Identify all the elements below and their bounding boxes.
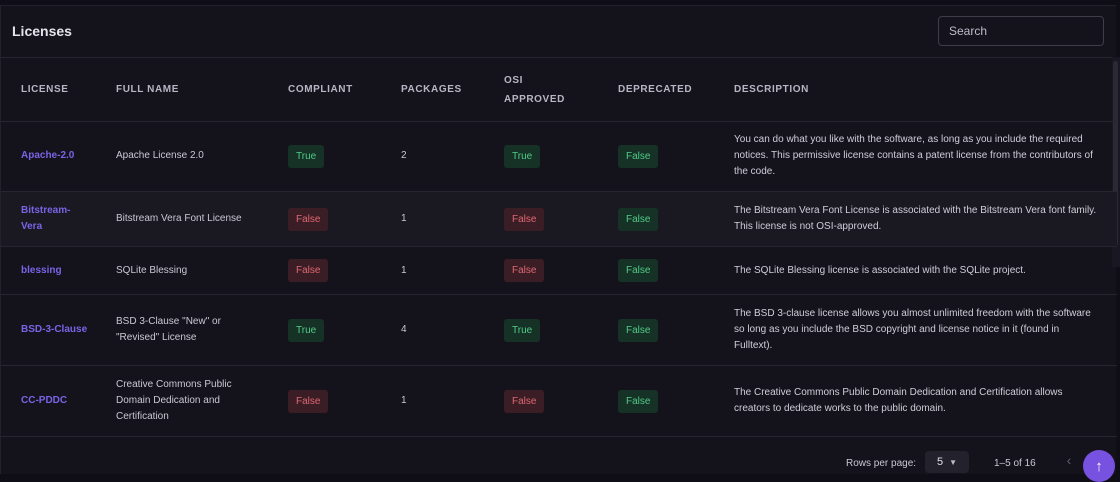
compliant-badge: False bbox=[288, 207, 329, 231]
licenses-card: Licenses LICENSE FULL NAME COMPLIANT PAC… bbox=[0, 5, 1120, 474]
osi-approved-badge: True bbox=[504, 144, 541, 168]
table-row: Apache-2.0 Apache License 2.0 True 2 Tru… bbox=[1, 121, 1117, 192]
column-header-license[interactable]: LICENSE bbox=[21, 58, 69, 121]
compliant-badge: False bbox=[288, 389, 329, 413]
rows-per-page-label: Rows per page: bbox=[846, 458, 917, 469]
full-name-text: Apache License 2.0 bbox=[116, 150, 204, 161]
column-header-deprecated[interactable]: DEPRECATED bbox=[618, 58, 692, 121]
license-link[interactable]: Apache-2.0 bbox=[21, 148, 74, 164]
rows-per-page-select[interactable]: 5 ▼ bbox=[925, 451, 969, 473]
compliant-badge: False bbox=[288, 259, 329, 282]
osi-approved-badge: False bbox=[504, 389, 545, 413]
license-link[interactable]: blessing bbox=[21, 263, 62, 279]
packages-count: 4 bbox=[401, 324, 407, 335]
caret-down-icon: ▼ bbox=[949, 457, 958, 467]
page-title: Licenses bbox=[12, 23, 72, 39]
compliant-badge: True bbox=[288, 144, 325, 168]
column-header-full-name[interactable]: FULL NAME bbox=[116, 58, 179, 121]
table-row: Bitstream-Vera Bitstream Vera Font Licen… bbox=[1, 192, 1117, 247]
card-header: Licenses bbox=[1, 6, 1116, 58]
deprecated-badge: False bbox=[618, 318, 659, 342]
arrow-up-icon: ↑ bbox=[1095, 457, 1103, 475]
scroll-to-top-button[interactable]: ↑ bbox=[1083, 450, 1115, 482]
compliant-badge: True bbox=[288, 318, 325, 342]
license-link[interactable]: CC-PDDC bbox=[21, 393, 67, 409]
description-text: The Bitstream Vera Font License is assoc… bbox=[734, 205, 1097, 232]
description-text: The SQLite Blessing license is associate… bbox=[734, 264, 1026, 276]
column-header-packages[interactable]: PACKAGES bbox=[401, 58, 462, 121]
table-row: blessing SQLite Blessing False 1 False F… bbox=[1, 247, 1117, 295]
full-name-text: BSD 3-Clause "New" or "Revised" License bbox=[116, 316, 221, 343]
pagination-range: 1–5 of 16 bbox=[994, 458, 1036, 469]
full-name-text: Bitstream Vera Font License bbox=[116, 213, 242, 224]
column-header-osi-approved[interactable]: OSI APPROVED bbox=[504, 58, 574, 121]
deprecated-badge: False bbox=[618, 207, 659, 231]
osi-approved-badge: False bbox=[504, 259, 545, 282]
packages-count: 2 bbox=[401, 150, 407, 161]
deprecated-badge: False bbox=[618, 144, 659, 168]
packages-count: 1 bbox=[401, 264, 407, 276]
osi-approved-badge: True bbox=[504, 318, 541, 342]
license-link[interactable]: BSD-3-Clause bbox=[21, 322, 87, 338]
search-input[interactable] bbox=[938, 16, 1104, 46]
deprecated-badge: False bbox=[618, 389, 659, 413]
osi-approved-badge: False bbox=[504, 207, 545, 231]
table-row: CC-PDDC Creative Commons Public Domain D… bbox=[1, 366, 1117, 437]
license-link[interactable]: Bitstream-Vera bbox=[21, 203, 91, 235]
chevron-left-icon[interactable]: ‹ bbox=[1061, 452, 1077, 468]
pagination: Rows per page: 5 ▼ 1–5 of 16 ‹ bbox=[1, 442, 1117, 480]
column-header-compliant[interactable]: COMPLIANT bbox=[288, 58, 353, 121]
description-text: You can do what you like with the softwa… bbox=[734, 134, 1093, 177]
full-name-text: Creative Commons Public Domain Dedicatio… bbox=[116, 379, 232, 422]
packages-count: 1 bbox=[401, 395, 407, 406]
rows-per-page-value: 5 bbox=[936, 456, 944, 468]
description-text: The Creative Commons Public Domain Dedic… bbox=[734, 387, 1063, 414]
table-row: BSD-3-Clause BSD 3-Clause "New" or "Revi… bbox=[1, 295, 1117, 366]
packages-count: 1 bbox=[401, 213, 407, 224]
full-name-text: SQLite Blessing bbox=[116, 264, 188, 276]
deprecated-badge: False bbox=[618, 259, 659, 282]
table-header: LICENSE FULL NAME COMPLIANT PACKAGES OSI… bbox=[1, 58, 1117, 122]
column-header-description[interactable]: DESCRIPTION bbox=[734, 58, 809, 121]
description-text: The BSD 3-clause license allows you almo… bbox=[734, 308, 1091, 351]
